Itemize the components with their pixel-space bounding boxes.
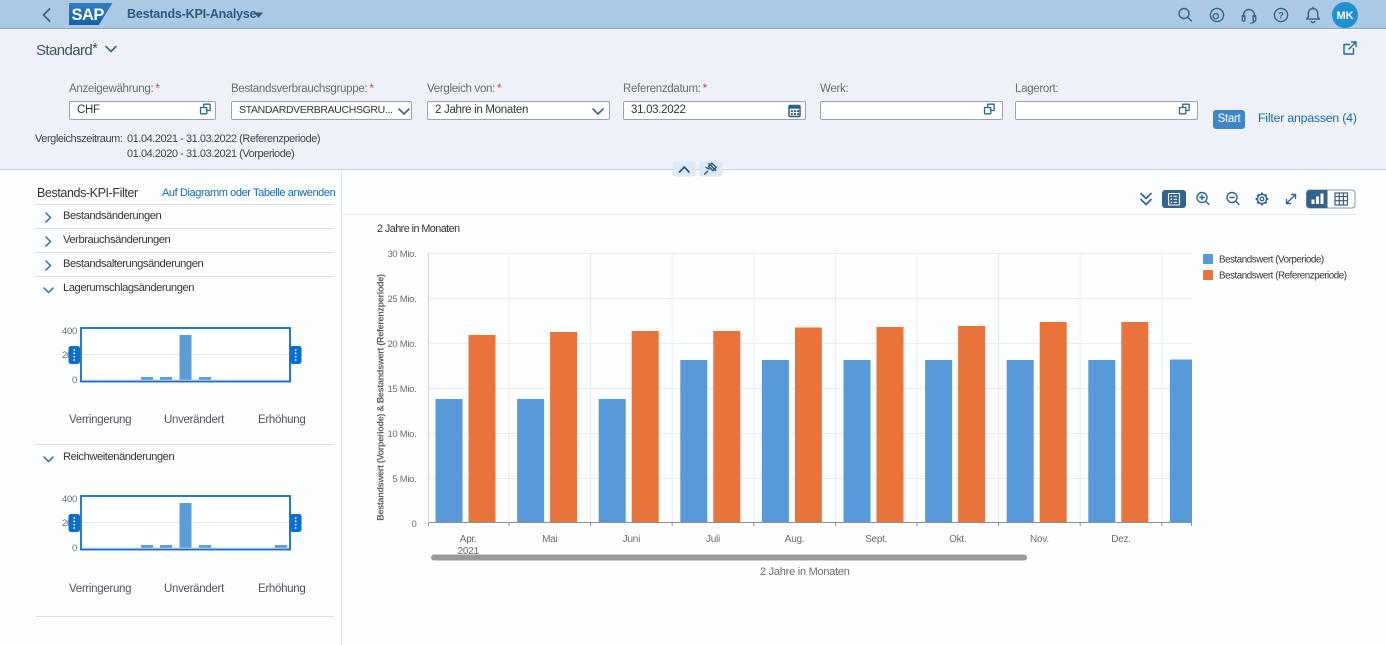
svg-text:Sept.: Sept. — [865, 534, 887, 545]
svg-text:15 Mio.: 15 Mio. — [387, 384, 416, 395]
svg-text:Bestandswert (Referenzperiode): Bestandswert (Referenzperiode) — [1219, 271, 1347, 282]
svg-text:0: 0 — [72, 375, 77, 386]
svg-text:Bestandswert (Vorperiode) & Be: Bestandswert (Vorperiode) & Bestandswert… — [376, 274, 386, 521]
svg-text:400: 400 — [62, 494, 77, 505]
svg-text:Juli: Juli — [706, 534, 720, 545]
svg-text:Nov.: Nov. — [1030, 534, 1049, 545]
svg-text:Okt.: Okt. — [949, 534, 966, 545]
svg-text:5 Mio.: 5 Mio. — [392, 474, 416, 485]
svg-text:0: 0 — [412, 519, 417, 530]
svg-text:Mai: Mai — [542, 534, 557, 545]
svg-text:Dez.: Dez. — [1111, 534, 1131, 545]
svg-text:10 Mio.: 10 Mio. — [387, 429, 416, 440]
svg-text:Bestandswert (Vorperiode): Bestandswert (Vorperiode) — [1219, 255, 1324, 266]
svg-text:30 Mio.: 30 Mio. — [387, 249, 416, 260]
svg-text:Aug.: Aug. — [785, 534, 805, 545]
svg-text:0: 0 — [72, 543, 77, 554]
svg-text:25 Mio.: 25 Mio. — [387, 294, 416, 305]
svg-text:SAP: SAP — [72, 6, 105, 24]
svg-text:MK: MK — [1336, 10, 1353, 22]
svg-text:?: ? — [1278, 11, 1284, 22]
svg-text:20 Mio.: 20 Mio. — [387, 339, 416, 350]
svg-text:Juni: Juni — [623, 534, 640, 545]
svg-text:400: 400 — [62, 326, 77, 337]
svg-text:Apr.: Apr. — [460, 534, 477, 545]
